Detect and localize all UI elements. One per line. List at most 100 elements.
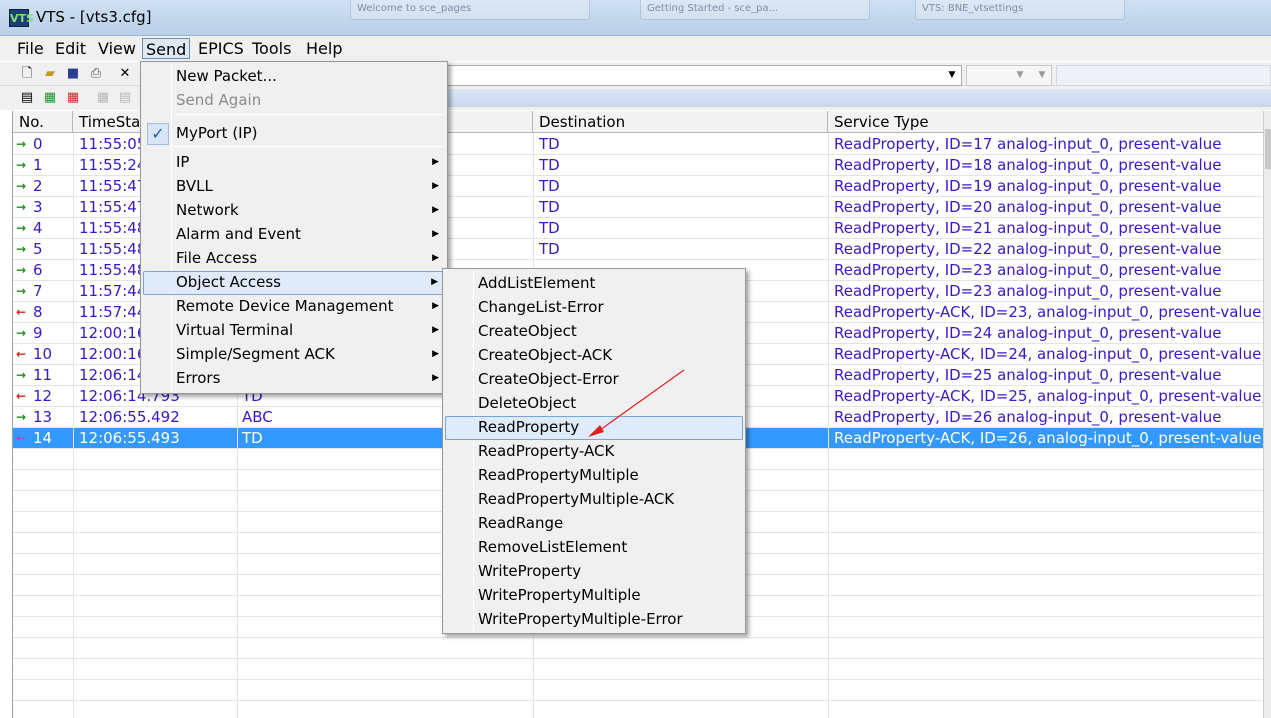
- object-access-item-createobject-ack[interactable]: CreateObject-ACK: [445, 344, 743, 368]
- cell-no: 2: [33, 177, 43, 195]
- send-menu-item-file-access[interactable]: File Access ▶: [143, 247, 445, 271]
- grid-line: [13, 637, 1263, 638]
- document-icon[interactable]: ▤: [18, 89, 36, 106]
- send-menu: New Packet... Send Again ✓ MyPort (IP) IP ▶ BV…: [140, 61, 448, 394]
- menu-epics[interactable]: EPICS: [195, 38, 247, 59]
- cell-no: 1: [33, 156, 43, 174]
- cell-svc: ReadProperty, ID=25 analog-input_0, pres…: [834, 366, 1222, 384]
- grid-column-line: [73, 133, 74, 718]
- scrollbar-thumb[interactable]: [1265, 129, 1271, 169]
- submenu-arrow-icon: ▶: [432, 253, 439, 263]
- dropdown-arrow-icon: ▼: [1016, 70, 1024, 80]
- cell-svc: ReadProperty, ID=26 analog-input_0, pres…: [834, 408, 1222, 426]
- object-access-item-deleteobject[interactable]: DeleteObject: [445, 392, 743, 416]
- object-access-item-removelistelement[interactable]: RemoveListElement: [445, 536, 743, 560]
- send-menu-item-bvll[interactable]: BVLL ▶: [143, 175, 445, 199]
- cell-svc: ReadProperty, ID=22 analog-input_0, pres…: [834, 240, 1222, 258]
- cell-svc: ReadProperty-ACK, ID=25, analog-input_0,…: [834, 387, 1263, 405]
- object-access-item-addlistelement[interactable]: AddListElement: [445, 272, 743, 296]
- grid-line: [13, 679, 1263, 680]
- submenu-arrow-icon: ▶: [432, 349, 439, 359]
- column-header-service-type[interactable]: Service Type: [828, 111, 1263, 133]
- menu-edit[interactable]: Edit: [52, 38, 89, 59]
- object-access-item-writepropertymultiple[interactable]: WritePropertyMultiple: [445, 584, 743, 608]
- send-menu-item-alarm-and-event[interactable]: Alarm and Event ▶: [143, 223, 445, 247]
- grid-line: [13, 700, 1263, 701]
- cell-no: 12: [33, 387, 53, 405]
- menu-file[interactable]: File: [14, 38, 47, 59]
- send-menu-item-object-access[interactable]: Object Access ▶: [143, 271, 445, 295]
- object-access-item-changelist-error[interactable]: ChangeList-Error: [445, 296, 743, 320]
- cell-svc: ReadProperty, ID=19 analog-input_0, pres…: [834, 177, 1222, 195]
- menu-tools[interactable]: Tools: [249, 38, 294, 59]
- submenu-arrow-icon: ▶: [432, 373, 439, 383]
- dropdown-arrow-icon[interactable]: ▼: [945, 68, 959, 83]
- open-folder-icon[interactable]: ▰: [41, 65, 59, 82]
- outgoing-arrow-icon: →: [16, 368, 27, 382]
- cell-no: 8: [33, 303, 43, 321]
- save-icon[interactable]: ■: [64, 65, 82, 82]
- object-access-item-readproperty-ack[interactable]: ReadProperty-ACK: [445, 440, 743, 464]
- send-menu-item-errors[interactable]: Errors ▶: [143, 367, 445, 391]
- detail-pane-header: [446, 89, 1271, 107]
- send-menu-item-remote-device-management[interactable]: Remote Device Management ▶: [143, 295, 445, 319]
- vertical-scrollbar[interactable]: [1263, 111, 1271, 718]
- submenu-arrow-icon: ▶: [432, 205, 439, 215]
- object-access-item-readpropertymultiple-ack[interactable]: ReadPropertyMultiple-ACK: [445, 488, 743, 512]
- submenu-arrow-icon: ▶: [432, 325, 439, 335]
- send-menu-item-ip[interactable]: IP ▶: [143, 151, 445, 175]
- outgoing-arrow-icon: →: [16, 137, 27, 151]
- send-menu-item-simple-segment-ack[interactable]: Simple/Segment ACK ▶: [143, 343, 445, 367]
- send-menu-item-virtual-terminal[interactable]: Virtual Terminal ▶: [143, 319, 445, 343]
- outgoing-arrow-icon: →: [16, 410, 27, 424]
- cell-svc: ReadProperty-ACK, ID=26, analog-input_0,…: [834, 429, 1263, 447]
- menu-bar: File Edit View Send EPICS Tools Help: [0, 36, 1271, 61]
- column-header-no[interactable]: No.: [13, 111, 73, 133]
- cell-time: 12:06:55.493: [79, 429, 180, 447]
- submenu-arrow-icon: ▶: [431, 277, 438, 287]
- object-access-item-readrange[interactable]: ReadRange: [445, 512, 743, 536]
- cell-svc: ReadProperty, ID=18 analog-input_0, pres…: [834, 156, 1222, 174]
- grid-column-line: [828, 133, 829, 718]
- packet-filter-combo[interactable]: ▼: [446, 65, 962, 86]
- cell-svc: ReadProperty, ID=21 analog-input_0, pres…: [834, 219, 1222, 237]
- cell-no: 10: [33, 345, 53, 363]
- menu-item-label: MyPort (IP): [176, 124, 258, 142]
- cell-dst: TD: [539, 135, 560, 153]
- object-access-item-createobject-error[interactable]: CreateObject-Error: [445, 368, 743, 392]
- cell-svc: ReadProperty, ID=23 analog-input_0, pres…: [834, 282, 1222, 300]
- cell-no: 13: [33, 408, 53, 426]
- object-access-item-writeproperty[interactable]: WriteProperty: [445, 560, 743, 584]
- object-access-item-createobject[interactable]: CreateObject: [445, 320, 743, 344]
- new-file-icon[interactable]: 🗋: [18, 65, 36, 82]
- device-icon[interactable]: ▦: [41, 89, 59, 106]
- send-menu-item-myport-ip[interactable]: ✓ MyPort (IP): [143, 122, 445, 146]
- menu-help[interactable]: Help: [303, 38, 345, 59]
- outgoing-arrow-icon: →: [16, 326, 27, 340]
- menu-item-label: Simple/Segment ACK: [176, 345, 335, 363]
- send-menu-item-network[interactable]: Network ▶: [143, 199, 445, 223]
- send-menu-item-new-packet[interactable]: New Packet...: [143, 65, 445, 89]
- menu-send[interactable]: Send: [142, 38, 191, 59]
- delete-icon[interactable]: ✕: [116, 65, 134, 82]
- address-field[interactable]: [1056, 65, 1271, 86]
- object-access-item-readproperty[interactable]: ReadProperty: [445, 416, 743, 440]
- config-icon: ▦: [96, 90, 110, 105]
- cell-no: 7: [33, 282, 43, 300]
- port-combo[interactable]: ▼ ▼: [966, 65, 1052, 86]
- print-icon[interactable]: ⎙: [87, 65, 105, 82]
- remove-device-icon[interactable]: ▦: [64, 89, 82, 106]
- object-access-item-readpropertymultiple[interactable]: ReadPropertyMultiple: [445, 464, 743, 488]
- column-header-destination[interactable]: Destination: [533, 111, 828, 133]
- cell-dst: TD: [539, 240, 560, 258]
- menu-item-label: Errors: [176, 369, 221, 387]
- cell-svc: ReadProperty, ID=20 analog-input_0, pres…: [834, 198, 1222, 216]
- cell-no: 3: [33, 198, 43, 216]
- menu-item-label: Object Access: [176, 273, 281, 291]
- cell-time: 12:06:55.492: [79, 408, 180, 426]
- background-tab: Getting Started - sce_pa...: [640, 0, 870, 20]
- incoming-arrow-icon: ←: [16, 305, 27, 319]
- object-access-item-writepropertymultiple-error[interactable]: WritePropertyMultiple-Error: [445, 608, 743, 632]
- incoming-arrow-icon: ←: [16, 389, 27, 403]
- menu-view[interactable]: View: [95, 38, 139, 59]
